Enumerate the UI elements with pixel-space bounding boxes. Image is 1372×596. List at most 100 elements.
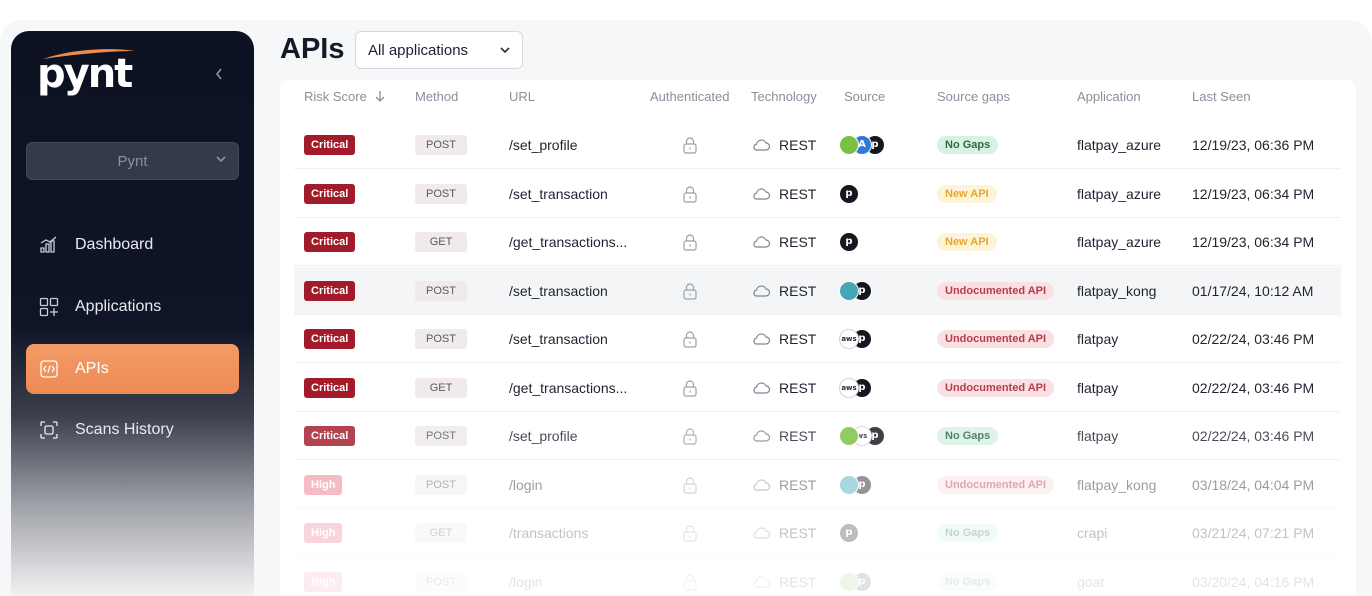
- column-header-risk-score[interactable]: Risk Score: [304, 89, 386, 104]
- risk-badge: High: [304, 523, 343, 543]
- column-header-method[interactable]: Method: [415, 89, 458, 104]
- chevron-down-icon: [500, 47, 510, 54]
- last-seen-cell: 12/19/23, 06:34 PM: [1192, 185, 1315, 202]
- method-badge: GET: [415, 232, 467, 252]
- sidebar-item-applications[interactable]: Applications: [26, 282, 239, 332]
- table-row[interactable]: High GET/transactions REST p No Gaps crapi 03/…: [294, 509, 1341, 557]
- url-cell[interactable]: /transactions: [509, 509, 588, 557]
- application-cell: crapi: [1077, 525, 1108, 541]
- table-row[interactable]: Critical POST/set_transaction REST aws p Undo…: [294, 315, 1341, 363]
- sidebar-item-dashboard[interactable]: Dashboard: [26, 220, 239, 270]
- globe-icon: [839, 135, 859, 155]
- column-header-last-seen[interactable]: Last Seen: [1192, 89, 1251, 104]
- sort-arrow-down-icon: [376, 91, 385, 102]
- cloud-icon: [753, 236, 771, 248]
- method-badge: POST: [415, 474, 467, 495]
- url-cell[interactable]: /set_transaction: [509, 170, 608, 218]
- source-icons: p: [839, 522, 859, 544]
- sidebar-item-label: APIs: [75, 360, 109, 377]
- url-cell[interactable]: /login: [509, 558, 542, 596]
- collapse-sidebar-button[interactable]: [214, 67, 224, 86]
- table-row[interactable]: High POST/login REST p No Gaps goat 03/20/24, …: [294, 558, 1341, 596]
- column-header-authenticated[interactable]: Authenticated: [650, 89, 730, 104]
- source-icons: p: [839, 474, 872, 496]
- lock-icon: [683, 234, 697, 251]
- source-gap-badge: Undocumented API: [937, 378, 1055, 397]
- grid-plus-icon: [39, 297, 59, 317]
- table-row[interactable]: Critical GET/get_transactions... REST aws p U…: [294, 364, 1341, 412]
- method-badge: POST: [415, 571, 467, 592]
- workspace-label: Pynt: [117, 153, 148, 170]
- method-badge: POST: [415, 183, 467, 204]
- technology-label: REST: [779, 331, 817, 347]
- sidebar-item-apis[interactable]: APIs: [26, 344, 239, 394]
- risk-badge: Critical: [304, 426, 356, 446]
- column-header-application[interactable]: Application: [1077, 89, 1141, 104]
- column-header-technology[interactable]: Technology: [751, 89, 817, 104]
- application-cell: flatpay_kong: [1077, 476, 1157, 493]
- risk-badge: Critical: [304, 232, 356, 252]
- cloud-icon: [753, 139, 771, 151]
- column-header-label: Risk Score: [304, 89, 367, 104]
- table-row[interactable]: Critical POST/set_profile REST ws p No Gaps fl…: [294, 412, 1341, 460]
- url-cell[interactable]: /set_transaction: [509, 315, 608, 363]
- risk-badge: Critical: [304, 329, 356, 349]
- apis-table: Risk Score Method URL Authenticated Tech…: [280, 80, 1356, 596]
- workspace-select[interactable]: Pynt: [26, 142, 239, 180]
- technology-label: REST: [779, 573, 817, 590]
- sidebar: pynt Pynt Dashboard Applications APIs Sc…: [11, 31, 254, 596]
- url-cell[interactable]: /get_transactions...: [509, 218, 627, 266]
- column-header-source-gaps[interactable]: Source gaps: [937, 89, 1010, 104]
- table-row[interactable]: High POST/login REST p Undocumented API flatp…: [294, 461, 1341, 509]
- cloud-icon: [753, 333, 771, 345]
- method-badge: POST: [415, 280, 467, 301]
- source-gap-badge: Undocumented API: [937, 330, 1055, 348]
- application-cell: flatpay_azure: [1077, 185, 1162, 202]
- column-header-url[interactable]: URL: [509, 89, 535, 104]
- column-header-source[interactable]: Source: [844, 89, 885, 104]
- source-gap-badge: No Gaps: [937, 427, 999, 445]
- table-row[interactable]: Critical POST/set_profile REST Ap No Gaps fla…: [294, 121, 1341, 169]
- lock-icon: [683, 525, 697, 542]
- pynt-icon: p: [839, 183, 859, 204]
- risk-badge: Critical: [304, 280, 356, 301]
- sidebar-item-label: Dashboard: [75, 236, 154, 253]
- table-row[interactable]: Critical POST/set_transaction REST p Undocum…: [294, 266, 1341, 315]
- url-cell[interactable]: /set_profile: [509, 412, 577, 460]
- last-seen-cell: 02/22/24, 03:46 PM: [1192, 428, 1315, 444]
- pynt-logo[interactable]: pynt: [37, 47, 137, 103]
- aws-icon: aws: [839, 329, 859, 349]
- method-badge: GET: [415, 377, 467, 398]
- cloud-icon: [753, 284, 771, 297]
- application-filter-select[interactable]: All applications: [355, 31, 523, 69]
- chevron-left-icon: [215, 68, 222, 80]
- chart-bar-icon: [40, 236, 57, 253]
- application-cell: flatpay: [1077, 428, 1119, 444]
- last-seen-cell: 12/19/23, 06:36 PM: [1192, 137, 1315, 153]
- table-row[interactable]: Critical POST/set_transaction REST p New API…: [294, 170, 1341, 218]
- method-badge: POST: [415, 329, 467, 349]
- risk-badge: High: [304, 474, 343, 495]
- url-cell[interactable]: /login: [509, 461, 542, 509]
- cloud-icon: [753, 187, 771, 200]
- lock-icon: [683, 476, 697, 494]
- source-gap-badge: No Gaps: [937, 524, 999, 542]
- table-row[interactable]: Critical GET/get_transactions... REST p New …: [294, 218, 1341, 266]
- sidebar-item-scans-history[interactable]: Scans History: [26, 405, 239, 455]
- last-seen-cell: 03/20/24, 04:16 PM: [1192, 573, 1315, 590]
- url-cell[interactable]: /set_transaction: [509, 267, 608, 315]
- cloud-icon: [753, 478, 771, 491]
- method-badge: POST: [415, 135, 467, 155]
- aws-icon: aws: [839, 377, 859, 398]
- code-icon: [40, 360, 58, 378]
- globe-icon: [839, 426, 859, 446]
- technology-label: REST: [779, 282, 817, 299]
- application-cell: flatpay_kong: [1077, 282, 1157, 299]
- url-cell[interactable]: /get_transactions...: [509, 364, 627, 412]
- application-cell: flatpay: [1077, 331, 1119, 347]
- last-seen-cell: 03/21/24, 07:21 PM: [1192, 525, 1315, 541]
- cloud-icon: [753, 381, 771, 394]
- lock-icon: [683, 137, 697, 154]
- chevron-down-icon: [216, 156, 226, 163]
- url-cell[interactable]: /set_profile: [509, 121, 577, 169]
